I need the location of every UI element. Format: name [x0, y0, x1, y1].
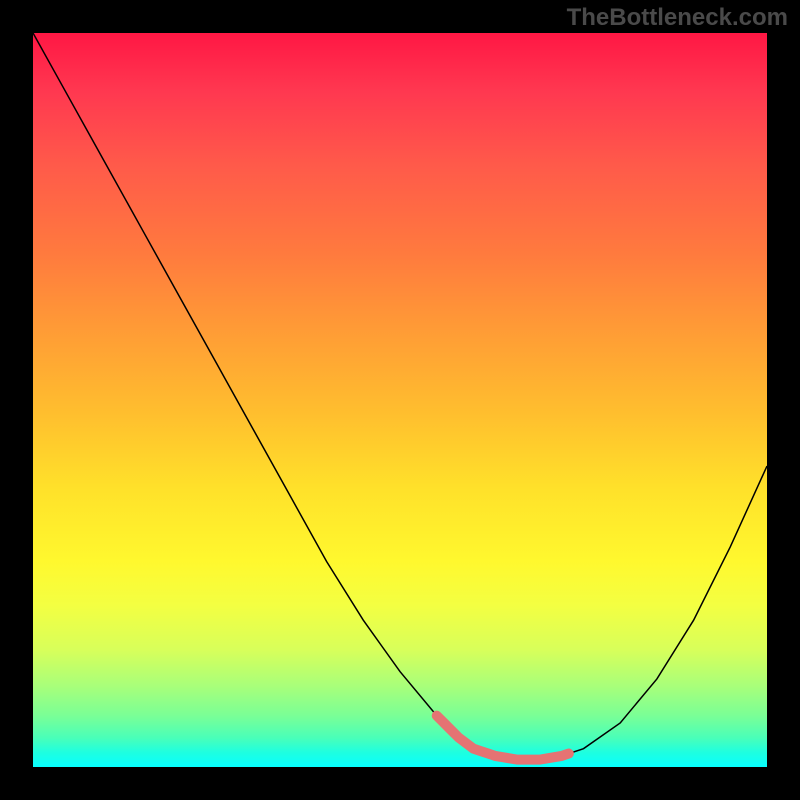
bottleneck-curve-line: [33, 33, 767, 760]
watermark-text: TheBottleneck.com: [567, 4, 788, 32]
optimal-range-highlight: [437, 716, 569, 760]
chart-plot-area: [33, 33, 767, 767]
chart-svg: [33, 33, 767, 767]
